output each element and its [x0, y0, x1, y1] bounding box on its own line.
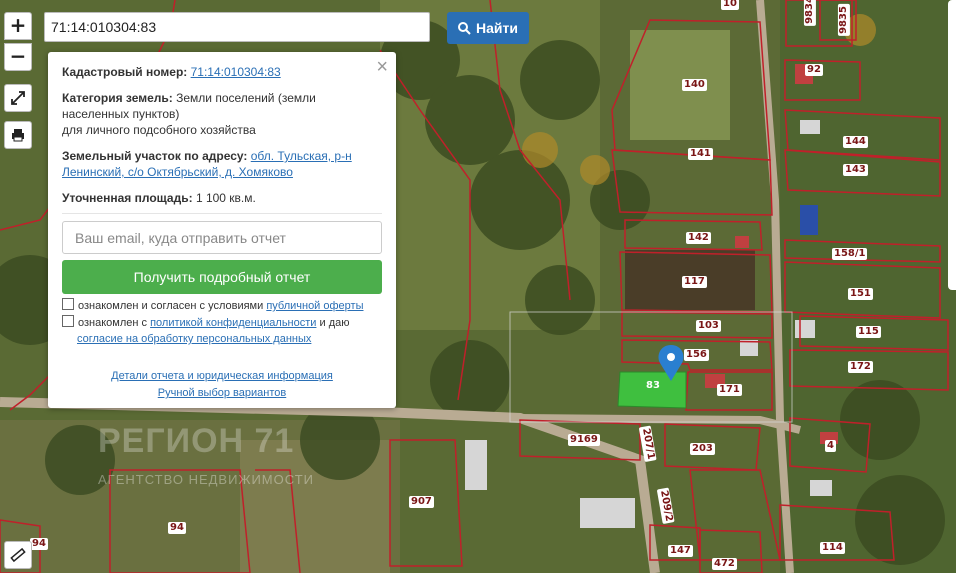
parcel-label: 9835: [837, 4, 850, 36]
area-value: 1 100 кв.м.: [195, 191, 256, 205]
parcel-label: 172: [848, 361, 873, 373]
expand-icon: [11, 91, 25, 105]
address-label: Земельный участок по адресу:: [62, 149, 248, 163]
zoom-in-button[interactable]: +: [4, 12, 32, 40]
area-row: Уточненная площадь: 1 100 кв.м.: [62, 190, 382, 206]
parcel-label: 147: [668, 545, 693, 557]
parcel-label: 9169: [568, 434, 600, 446]
zoom-out-button[interactable]: −: [4, 43, 32, 71]
offer-agreement-row: ознакомлен и согласен с условиями публич…: [62, 298, 392, 314]
manual-selection-link[interactable]: Ручной выбор вариантов: [48, 387, 396, 399]
parcel-label: 114: [820, 542, 845, 554]
parcel-label: 83: [644, 380, 662, 392]
printer-icon: [12, 129, 24, 142]
search-input[interactable]: [44, 12, 430, 42]
privacy-link[interactable]: политикой конфиденциальности: [150, 317, 316, 329]
parcel-label: 4: [825, 440, 836, 452]
parcel-info-popup: × Кадастровый номер: 71:14:010304:83 Кат…: [48, 52, 396, 408]
privacy-text: ознакомлен с: [78, 317, 151, 329]
offer-text: ознакомлен и согласен с условиями: [78, 300, 267, 312]
details-link[interactable]: Детали отчета и юридическая информация: [48, 370, 396, 382]
parcel-label: 158/1: [832, 248, 868, 260]
address-row: Земельный участок по адресу: обл. Тульск…: [62, 148, 362, 180]
parcel-label: 156: [684, 349, 709, 361]
get-report-button[interactable]: Получить подробный отчет: [62, 260, 382, 294]
category-label: Категория земель:: [62, 91, 173, 105]
search-button-label: Найти: [476, 20, 518, 36]
parcel-label: 94: [30, 538, 48, 550]
parcel-label: 94: [168, 522, 186, 534]
cadastral-link[interactable]: 71:14:010304:83: [191, 65, 281, 79]
parcel-label: 151: [848, 288, 873, 300]
parcel-label: 907: [409, 496, 434, 508]
parcel-label: 103: [696, 320, 721, 332]
category-row: Категория земель: Земли поселений (земли…: [62, 90, 332, 138]
parcel-label: 9834: [803, 0, 816, 26]
parcel-label: 144: [843, 136, 868, 148]
parcel-label: 171: [717, 384, 742, 396]
parcel-label: 143: [843, 164, 868, 176]
parcel-label: 140: [682, 79, 707, 91]
privacy-agreement-row: ознакомлен с политикой конфиденциальност…: [62, 315, 392, 347]
area-label: Уточненная площадь:: [62, 191, 193, 205]
cadastral-row: Кадастровый номер: 71:14:010304:83: [62, 64, 382, 80]
privacy-checkbox[interactable]: [62, 315, 74, 327]
offer-link[interactable]: публичной оферты: [266, 300, 363, 312]
parcel-label: 117: [682, 276, 707, 288]
parcel-label: 141: [688, 148, 713, 160]
ruler-button[interactable]: [4, 541, 32, 569]
consent-link[interactable]: согласие на обработку персональных данны…: [77, 333, 311, 345]
print-button[interactable]: [4, 121, 32, 149]
category-purpose: для личного подсобного хозяйства: [62, 123, 256, 137]
email-field[interactable]: [62, 221, 382, 254]
side-panel[interactable]: [948, 0, 956, 290]
cadastral-label: Кадастровый номер:: [62, 65, 188, 79]
parcel-label: 203: [690, 443, 715, 455]
parcel-label: 115: [856, 326, 881, 338]
fullscreen-button[interactable]: [4, 84, 32, 112]
parcel-label: 92: [805, 64, 823, 76]
privacy-text-2: и даю: [316, 317, 350, 329]
watermark-logo: РЕГИОН 71: [98, 422, 295, 460]
search-button[interactable]: Найти: [447, 12, 529, 44]
ruler-icon: [10, 547, 26, 563]
parcel-label: 142: [686, 232, 711, 244]
parcel-label: 10: [721, 0, 739, 10]
divider: [62, 213, 382, 214]
offer-checkbox[interactable]: [62, 298, 74, 310]
watermark-tagline: АГЕНТСТВО НЕДВИЖИМОСТИ: [98, 472, 314, 487]
parcel-label: 472: [712, 558, 737, 570]
search-icon: [458, 21, 471, 35]
